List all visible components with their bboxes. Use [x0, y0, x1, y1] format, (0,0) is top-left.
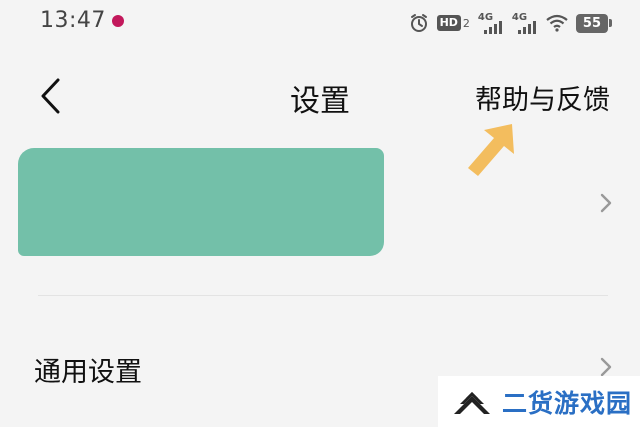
watermark-logo-icon — [454, 391, 490, 414]
status-bar: 13:47 HD 2 4G 4G 55 — [0, 0, 640, 46]
alarm-icon — [409, 13, 429, 33]
wifi-icon — [546, 14, 568, 32]
watermark: 二货游戏园 — [438, 376, 640, 427]
chevron-right-icon — [600, 193, 612, 213]
status-time: 13:47 — [40, 8, 106, 33]
divider — [38, 295, 608, 296]
signal-icon-2: 4G — [512, 12, 538, 34]
account-info-redacted — [18, 148, 384, 256]
chevron-right-icon — [600, 357, 612, 377]
help-feedback-link[interactable]: 帮助与反馈 — [475, 78, 610, 117]
account-row[interactable] — [0, 140, 640, 262]
navigation-bar: 设置 帮助与反馈 — [0, 56, 640, 136]
status-icons: HD 2 4G 4G 55 — [409, 10, 613, 36]
battery-indicator: 55 — [575, 13, 613, 33]
signal-icon-1: 4G — [478, 12, 504, 34]
hd-voice-sub: 2 — [462, 16, 470, 30]
notification-app-icon — [112, 15, 124, 27]
watermark-text: 二货游戏园 — [502, 388, 633, 418]
hd-voice-badge: HD — [436, 15, 461, 31]
general-settings-label: 通用设置 — [34, 357, 142, 388]
